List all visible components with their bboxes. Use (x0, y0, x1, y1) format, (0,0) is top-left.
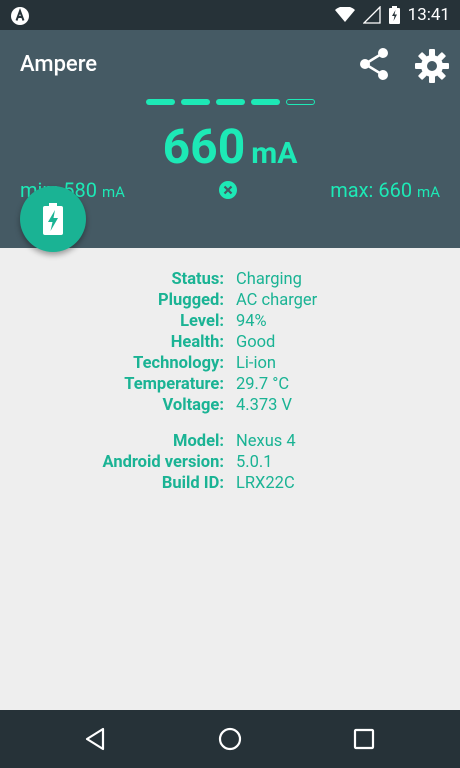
info-row-android-version: Android version: 5.0.1 (0, 453, 460, 474)
info-label: Model: (173, 432, 224, 451)
info-label: Plugged: (158, 291, 224, 310)
info-label: Level: (180, 312, 224, 331)
info-label: Status: (171, 270, 224, 289)
info-value: AC charger (236, 291, 318, 310)
info-row-health: Health: Good (0, 333, 460, 354)
level-bar-empty (286, 99, 315, 105)
info-value: 4.373 V (236, 396, 293, 415)
battery-info-list: Status: Charging Plugged: AC charger Lev… (0, 270, 460, 495)
info-label: Build ID: (161, 474, 224, 493)
app-notification-icon (11, 7, 29, 25)
level-bar (181, 99, 210, 105)
battery-charging-icon (388, 6, 400, 24)
navigation-bar (0, 710, 460, 768)
wifi-icon (334, 7, 355, 22)
status-clock: 13:41 (407, 5, 450, 25)
signal-icon (362, 6, 381, 24)
info-label: Health: (170, 333, 224, 352)
info-row-level: Level: 94% (0, 312, 460, 333)
home-icon[interactable] (216, 725, 244, 753)
info-value: LRX22C (236, 474, 295, 493)
min-unit: mA (101, 183, 125, 201)
info-row-model: Model: Nexus 4 (0, 432, 460, 453)
level-indicator (146, 99, 315, 107)
back-icon[interactable] (82, 725, 110, 753)
battery-fab-button[interactable] (20, 186, 86, 252)
info-row-status: Status: Charging (0, 270, 460, 291)
max-reading: max: 660 mA (330, 178, 440, 202)
status-bar: 13:41 (0, 0, 460, 30)
info-row-voltage: Voltage: 4.373 V (0, 396, 460, 417)
app-title: Ampere (20, 52, 98, 77)
info-label: Voltage: (162, 396, 225, 415)
info-value: Li-ion (236, 354, 276, 373)
close-circle-icon[interactable] (218, 180, 238, 200)
info-row-technology: Technology: Li-ion (0, 354, 460, 375)
info-label: Temperature: (124, 375, 224, 394)
max-unit: mA (417, 183, 440, 201)
current-unit: mA (251, 136, 298, 171)
info-value: Charging (236, 270, 302, 289)
battery-charging-icon (43, 203, 63, 235)
gear-icon[interactable] (412, 46, 452, 86)
info-value: 94% (236, 312, 267, 331)
level-bar (146, 99, 175, 105)
info-label: Technology: (133, 354, 224, 373)
current-reading: 660 mA (0, 118, 460, 175)
info-value: Good (236, 333, 276, 352)
info-row-build-id: Build ID: LRX22C (0, 474, 460, 495)
info-value: 5.0.1 (236, 453, 273, 472)
info-value: 29.7 °C (236, 375, 290, 394)
share-icon[interactable] (356, 46, 392, 82)
info-label: Android version: (102, 453, 224, 472)
max-value: max: 660 (330, 178, 413, 202)
info-row-plugged: Plugged: AC charger (0, 291, 460, 312)
info-value: Nexus 4 (236, 432, 296, 451)
recent-apps-icon[interactable] (350, 725, 378, 753)
level-bar (216, 99, 245, 105)
level-bar (251, 99, 280, 105)
info-row-temperature: Temperature: 29.7 °C (0, 375, 460, 396)
current-value: 660 (162, 118, 246, 175)
